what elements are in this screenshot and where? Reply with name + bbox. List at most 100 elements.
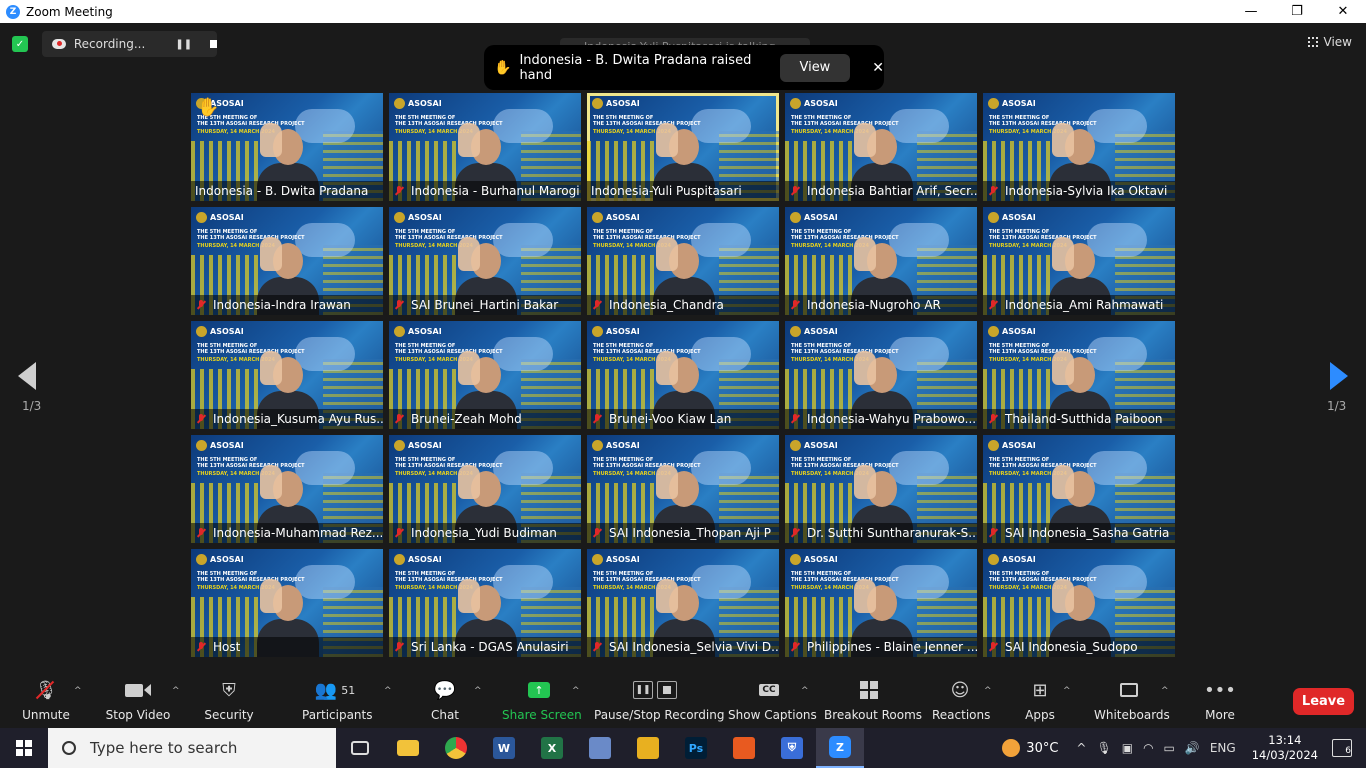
leave-button[interactable]: Leave [1293, 688, 1354, 715]
share-options-chevron-icon[interactable]: ^ [572, 686, 580, 696]
show-captions-button[interactable]: CC Show Captions [728, 678, 817, 722]
excel-icon[interactable]: X [528, 728, 576, 768]
participant-tile[interactable]: ASOSAI THE 5TH MEETING OF THE 13TH ASOSAI … [587, 549, 779, 657]
whiteboards-button[interactable]: Whiteboards [1094, 678, 1170, 722]
unmute-button[interactable]: 🎙 Unmute [18, 678, 74, 723]
participant-tile[interactable]: ASOSAI THE 5TH MEETING OF THE 13TH ASOSAI … [587, 207, 779, 315]
encryption-shield-icon[interactable]: ✓ [12, 36, 28, 52]
video-options-chevron-icon[interactable]: ^ [172, 686, 180, 696]
breakout-rooms-button[interactable]: Breakout Rooms [824, 678, 922, 722]
notification-view-button[interactable]: View [779, 53, 851, 82]
participant-tile[interactable]: ASOSAI THE 5TH MEETING OF THE 13TH ASOSAI … [191, 93, 383, 201]
chrome-icon[interactable] [432, 728, 480, 768]
participant-tile[interactable]: ASOSAI THE 5TH MEETING OF THE 13TH ASOSAI … [785, 435, 977, 543]
participant-tile[interactable]: ASOSAI THE 5TH MEETING OF THE 13TH ASOSAI … [191, 435, 383, 543]
apps-button[interactable]: ⊞ Apps [1022, 678, 1058, 723]
microphone-tray-icon[interactable]: 🎙 [1096, 741, 1111, 755]
share-screen-button[interactable]: ↑ Share Screen [502, 678, 582, 722]
title-bar: Z Zoom Meeting — ❐ ✕ [0, 0, 1366, 23]
maximize-button[interactable]: ❐ [1274, 0, 1320, 23]
next-page-arrow-icon[interactable] [1330, 362, 1348, 390]
view-button[interactable]: View [1307, 35, 1352, 49]
network-error-icon[interactable]: ▣ [1122, 741, 1133, 755]
participant-name-label: Indonesia_Yudi Budiman [389, 523, 581, 543]
photoshop-icon[interactable]: Ps [672, 728, 720, 768]
notification-close-button[interactable]: ✕ [872, 60, 884, 76]
chat-options-chevron-icon[interactable]: ^ [474, 686, 482, 696]
captions-options-chevron-icon[interactable]: ^ [801, 686, 809, 696]
sintag-app-icon[interactable] [624, 728, 672, 768]
task-view-button[interactable] [336, 728, 384, 768]
participant-tile[interactable]: ASOSAI THE 5TH MEETING OF THE 13TH ASOSAI … [785, 549, 977, 657]
taskbar-clock[interactable]: 13:14 14/03/2024 [1252, 733, 1318, 763]
participant-tile[interactable]: ASOSAI THE 5TH MEETING OF THE 13TH ASOSAI … [983, 321, 1175, 429]
participant-tile[interactable]: ASOSAI THE 5TH MEETING OF THE 13TH ASOSAI … [785, 207, 977, 315]
participant-tile[interactable]: ASOSAI THE 5TH MEETING OF THE 13TH ASOSAI … [191, 207, 383, 315]
asosai-logo: ASOSAI [196, 440, 244, 451]
taskbar-search-box[interactable]: Type here to search [48, 728, 336, 768]
participant-name-label: Indonesia-Muhammad Rez... [191, 523, 383, 543]
stop-video-button[interactable]: Stop Video [104, 678, 172, 722]
participant-tile[interactable]: ASOSAI THE 5TH MEETING OF THE 13TH ASOSAI … [785, 321, 977, 429]
close-window-button[interactable]: ✕ [1320, 0, 1366, 23]
participant-tile[interactable]: ASOSAI THE 5TH MEETING OF THE 13TH ASOSAI … [191, 549, 383, 657]
previous-page-arrow-icon[interactable] [18, 362, 36, 390]
waving-hand-figure [458, 237, 481, 271]
app-9-icon[interactable] [720, 728, 768, 768]
participant-name-label: Brunei-Voo Kiaw Lan [587, 409, 779, 429]
participants-button[interactable]: 👥 51 Participants [302, 678, 373, 723]
language-indicator[interactable]: ENG [1210, 741, 1236, 755]
asosai-logo-text: ASOSAI [1002, 327, 1036, 336]
participant-tile[interactable]: ASOSAI THE 5TH MEETING OF THE 13TH ASOSAI … [389, 321, 581, 429]
start-button[interactable] [0, 728, 48, 768]
pause-recording-button[interactable]: ❚❚ [175, 39, 192, 50]
show-hidden-icons-chevron-icon[interactable]: ^ [1076, 741, 1086, 755]
word-icon[interactable]: W [480, 728, 528, 768]
muted-mic-icon [195, 299, 207, 311]
bpk-seal-icon [592, 326, 603, 337]
participant-tile[interactable]: ASOSAI THE 5TH MEETING OF THE 13TH ASOSAI … [389, 549, 581, 657]
minimize-button[interactable]: — [1228, 0, 1274, 23]
participant-tile[interactable]: ASOSAI THE 5TH MEETING OF THE 13TH ASOSAI … [983, 93, 1175, 201]
more-button[interactable]: ••• More [1204, 678, 1236, 723]
audio-options-chevron-icon[interactable]: ^ [74, 686, 82, 696]
asosai-logo-text: ASOSAI [408, 99, 442, 108]
zoom-taskbar-icon[interactable]: Z [816, 728, 864, 768]
participant-tile[interactable]: ASOSAI THE 5TH MEETING OF THE 13TH ASOSAI … [983, 549, 1175, 657]
chat-button[interactable]: 💬 Chat [425, 678, 465, 723]
participant-tile[interactable]: ASOSAI THE 5TH MEETING OF THE 13TH ASOSAI … [587, 93, 779, 201]
participant-tile[interactable]: ASOSAI THE 5TH MEETING OF THE 13TH ASOSAI … [389, 435, 581, 543]
stop-recording-button[interactable] [210, 40, 217, 48]
asosai-logo-text: ASOSAI [210, 555, 244, 564]
apps-options-chevron-icon[interactable]: ^ [1063, 686, 1071, 696]
notification-center-icon[interactable]: 6 [1332, 739, 1352, 757]
apps-icon: ⊞ [1032, 679, 1048, 701]
asosai-logo-text: ASOSAI [804, 441, 838, 450]
app-6-icon[interactable] [576, 728, 624, 768]
security-app-icon[interactable]: ⛨ [768, 728, 816, 768]
bpk-seal-icon [790, 440, 801, 451]
participant-tile[interactable]: ASOSAI THE 5TH MEETING OF THE 13TH ASOSAI … [389, 93, 581, 201]
battery-icon[interactable]: ▭ [1164, 741, 1175, 755]
security-button[interactable]: ⛨ Security [203, 678, 255, 723]
file-explorer-icon[interactable] [384, 728, 432, 768]
participant-tile[interactable]: ASOSAI THE 5TH MEETING OF THE 13TH ASOSAI … [587, 321, 779, 429]
participant-tile[interactable]: ASOSAI THE 5TH MEETING OF THE 13TH ASOSAI … [191, 321, 383, 429]
participants-options-chevron-icon[interactable]: ^ [384, 686, 392, 696]
asosai-logo-text: ASOSAI [606, 555, 640, 564]
volume-icon[interactable]: 🔊 [1185, 741, 1200, 755]
asosai-logo-text: ASOSAI [606, 327, 640, 336]
asosai-logo: ASOSAI [592, 554, 640, 565]
waving-hand-figure [260, 579, 283, 613]
wifi-icon[interactable]: ◠ [1143, 741, 1153, 755]
participant-tile[interactable]: ASOSAI THE 5TH MEETING OF THE 13TH ASOSAI … [389, 207, 581, 315]
weather-widget[interactable]: 30°C [1002, 739, 1058, 757]
participant-tile[interactable]: ASOSAI THE 5TH MEETING OF THE 13TH ASOSAI … [785, 93, 977, 201]
participant-tile[interactable]: ASOSAI THE 5TH MEETING OF THE 13TH ASOSAI … [587, 435, 779, 543]
reactions-options-chevron-icon[interactable]: ^ [984, 686, 992, 696]
reactions-button[interactable]: ☺ Reactions [932, 678, 990, 723]
participant-tile[interactable]: ASOSAI THE 5TH MEETING OF THE 13TH ASOSAI … [983, 435, 1175, 543]
participant-tile[interactable]: ASOSAI THE 5TH MEETING OF THE 13TH ASOSAI … [983, 207, 1175, 315]
whiteboards-options-chevron-icon[interactable]: ^ [1161, 686, 1169, 696]
pause-stop-recording-button[interactable]: ❚❚ Pause/Stop Recording [594, 678, 724, 722]
